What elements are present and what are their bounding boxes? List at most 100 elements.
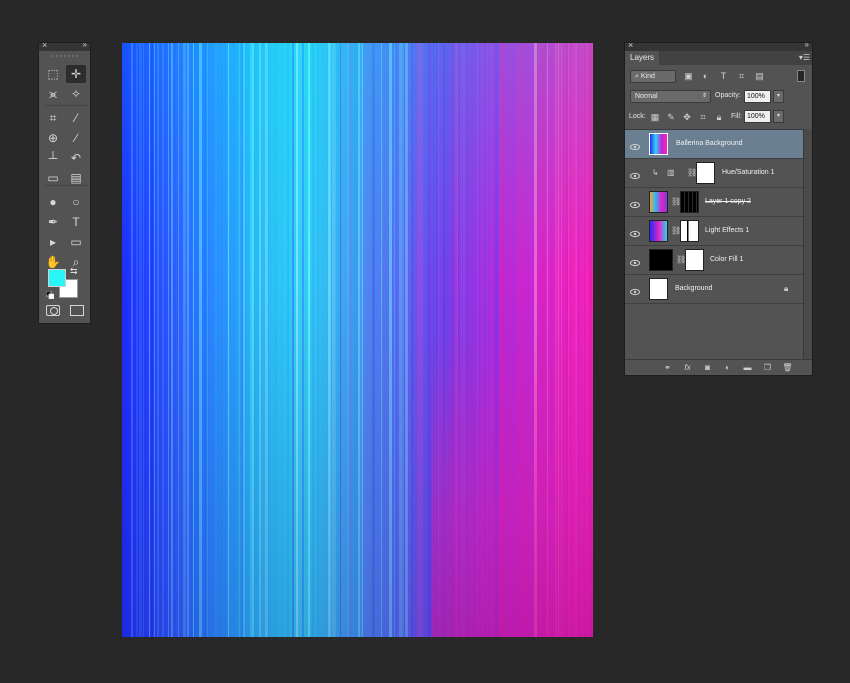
- opacity-dropdown-icon[interactable]: ▾: [773, 90, 784, 103]
- visibility-eye-icon[interactable]: [630, 284, 640, 296]
- filter-kind-label: Kind: [640, 73, 655, 80]
- layer-row[interactable]: ⛓︎ Light Effects 1: [625, 217, 805, 246]
- hue-saturation-adjustment-icon: ▥: [667, 168, 675, 177]
- shape-filter-icon[interactable]: ⌗: [736, 71, 747, 82]
- history-brush-tool-icon[interactable]: ↶: [66, 149, 86, 167]
- close-icon[interactable]: ×: [42, 40, 47, 50]
- opacity-input[interactable]: 100%: [744, 90, 771, 103]
- fill-input[interactable]: 100%: [744, 110, 771, 123]
- collapse-icon[interactable]: »: [83, 40, 87, 49]
- clone-stamp-tool-icon[interactable]: ┴: [43, 149, 63, 167]
- layer-name[interactable]: Background: [675, 285, 712, 292]
- layer-row[interactable]: ⛓︎ Color Fill 1: [625, 246, 805, 275]
- layers-list: Ballerina Background ↳ ▥ ⛓︎ Hue/Saturati…: [625, 129, 805, 361]
- new-layer-icon[interactable]: ❐: [762, 363, 773, 373]
- layer-row[interactable]: Ballerina Background: [625, 130, 805, 159]
- filter-row: ⌕ Kind ▣ ◐ T ⌗ ▤: [628, 68, 811, 86]
- collapse-icon[interactable]: »: [805, 40, 809, 49]
- visibility-eye-icon[interactable]: [630, 197, 640, 209]
- type-filter-icon[interactable]: T: [718, 71, 729, 82]
- layer-name[interactable]: Color Fill 1: [710, 256, 743, 263]
- lock-all-icon[interactable]: 🔒︎: [714, 112, 724, 122]
- healing-brush-tool-icon[interactable]: ⊕: [43, 129, 63, 147]
- blend-row: Normal ⇕ Opacity: 100% ▾: [628, 90, 811, 106]
- layers-bottom-bar: ⚭ fx ◙ ◐ ▬ ❐ 🗑︎: [625, 359, 812, 375]
- layer-name[interactable]: Light Effects 1: [705, 227, 749, 234]
- quick-mask-icon[interactable]: [46, 305, 60, 316]
- dodge-tool-icon[interactable]: ○: [66, 193, 86, 211]
- pen-tool-icon[interactable]: ✒: [43, 213, 63, 231]
- tab-layers[interactable]: Layers: [625, 51, 660, 65]
- layer-name[interactable]: Hue/Saturation 1: [722, 169, 775, 176]
- delete-layer-icon[interactable]: 🗑︎: [782, 363, 793, 373]
- visibility-eye-icon[interactable]: [630, 168, 640, 180]
- layers-panel: × » Layers ▾☰ ⌕ Kind ▣ ◐ T ⌗ ▤ Normal ⇕ O…: [624, 40, 813, 376]
- crop-tool-icon[interactable]: ⌗: [43, 109, 63, 127]
- tool-separator: [45, 105, 87, 106]
- blur-tool-icon[interactable]: ●: [43, 193, 63, 211]
- layer-mask-thumbnail[interactable]: [680, 191, 699, 213]
- layer-name[interactable]: Layer 1 copy 2: [705, 198, 751, 205]
- chevron-updown-icon: ⇕: [701, 93, 707, 99]
- layer-thumbnail[interactable]: [649, 220, 668, 242]
- magic-wand-tool-icon[interactable]: ✧: [66, 85, 86, 103]
- layer-mask-thumbnail[interactable]: [696, 162, 715, 184]
- tool-separator: [45, 185, 87, 186]
- layer-thumbnail[interactable]: [649, 278, 668, 300]
- move-tool-icon[interactable]: ✛: [66, 65, 86, 83]
- fill-dropdown-icon[interactable]: ▾: [773, 110, 784, 123]
- smart-object-filter-icon[interactable]: ▤: [754, 71, 765, 82]
- layers-tab-row: Layers ▾☰: [625, 51, 812, 65]
- visibility-eye-icon[interactable]: [630, 226, 640, 238]
- clipping-arrow-icon: ↳: [652, 168, 659, 177]
- lasso-tool-icon[interactable]: ⪤: [43, 85, 63, 103]
- layer-mask-thumbnail[interactable]: [680, 220, 699, 242]
- screen-mode-icon[interactable]: [70, 305, 84, 316]
- layer-row[interactable]: Background 🔒︎: [625, 275, 805, 304]
- layers-scrollbar[interactable]: [803, 129, 812, 361]
- swap-colors-icon[interactable]: ⇆: [70, 266, 78, 277]
- close-icon[interactable]: ×: [628, 40, 633, 50]
- opacity-label: Opacity:: [715, 92, 741, 99]
- visibility-eye-icon[interactable]: [630, 139, 640, 151]
- lock-position-icon[interactable]: ✥: [682, 112, 692, 122]
- add-mask-icon[interactable]: ◙: [702, 363, 713, 373]
- lock-artboard-icon[interactable]: ⌗: [698, 112, 708, 122]
- layer-row[interactable]: ↳ ▥ ⛓︎ Hue/Saturation 1: [625, 159, 805, 188]
- lock-transparent-icon[interactable]: ▦: [650, 112, 660, 122]
- layer-thumbnail[interactable]: [649, 249, 673, 271]
- foreground-color-swatch[interactable]: [48, 269, 66, 287]
- blend-mode-value: Normal: [635, 93, 658, 100]
- blend-mode-select[interactable]: Normal ⇕: [630, 90, 711, 103]
- tools-panel: × » ⬚ ✛ ⪤ ✧ ⌗ ⁄ ⊕ ∕ ┴ ↶ ▭ ▤ ● ○ ✒ T ▸ ▭ ✋ ⌕ ⇆: [38, 40, 91, 324]
- panel-menu-icon[interactable]: ▾☰: [799, 53, 810, 62]
- layer-row[interactable]: ⛓︎ Layer 1 copy 2: [625, 188, 805, 217]
- shape-tool-icon[interactable]: ▭: [66, 233, 86, 251]
- link-layers-icon[interactable]: ⚭: [662, 363, 673, 373]
- default-colors-icon[interactable]: [46, 291, 54, 299]
- type-tool-icon[interactable]: T: [66, 213, 86, 231]
- lock-image-icon[interactable]: ✎: [666, 112, 676, 122]
- document-canvas[interactable]: [122, 43, 593, 637]
- brush-tool-icon[interactable]: ∕: [66, 129, 86, 147]
- layer-thumbnail[interactable]: [649, 133, 668, 155]
- pixel-filter-icon[interactable]: ▣: [683, 71, 694, 82]
- marquee-tool-icon[interactable]: ⬚: [43, 65, 63, 83]
- visibility-eye-icon[interactable]: [630, 255, 640, 267]
- layer-thumbnail[interactable]: [649, 191, 668, 213]
- canvas-overlay: [122, 43, 593, 637]
- layer-mask-thumbnail[interactable]: [685, 249, 704, 271]
- fx-icon[interactable]: fx: [682, 363, 693, 373]
- path-selection-tool-icon[interactable]: ▸: [43, 233, 63, 251]
- lock-row: Lock: ▦ ✎ ✥ ⌗ 🔒︎ Fill: 100% ▾: [628, 110, 811, 127]
- eyedropper-tool-icon[interactable]: ⁄: [66, 109, 86, 127]
- layer-name[interactable]: Ballerina Background: [676, 140, 743, 147]
- filter-toggle[interactable]: [797, 70, 805, 82]
- lock-label: Lock:: [629, 113, 646, 120]
- filter-kind-select[interactable]: ⌕ Kind: [630, 70, 676, 83]
- adjustment-filter-icon[interactable]: ◐: [700, 71, 711, 82]
- adjustment-layer-icon[interactable]: ◐: [722, 363, 733, 373]
- fill-label: Fill:: [731, 113, 742, 120]
- panel-grip[interactable]: [51, 51, 78, 57]
- new-group-icon[interactable]: ▬: [742, 363, 753, 373]
